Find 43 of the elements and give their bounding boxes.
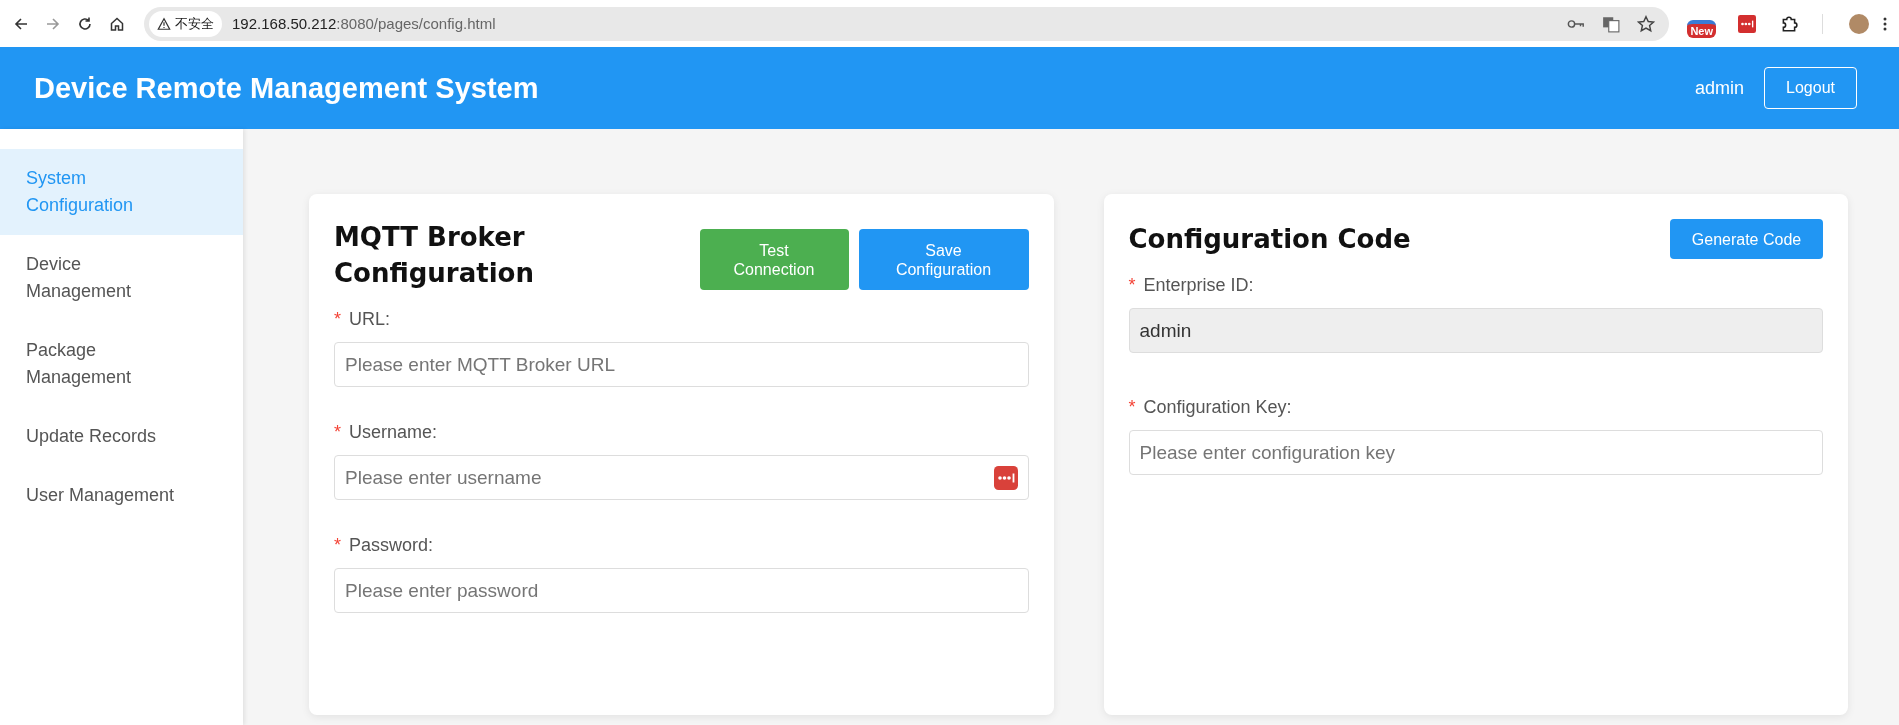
- warning-icon: [157, 16, 171, 31]
- required-mark: *: [1128, 275, 1136, 295]
- reload-icon[interactable]: [77, 15, 93, 32]
- field-label: Username:: [349, 422, 438, 442]
- password-manager-icon[interactable]: [993, 465, 1018, 490]
- test-connection-button[interactable]: Test Connection: [699, 229, 849, 290]
- field-label: URL:: [349, 309, 391, 329]
- forward-icon[interactable]: [45, 15, 61, 32]
- url-text: 192.168.50.212:8080/pages/config.html: [232, 15, 496, 32]
- home-icon[interactable]: [109, 15, 125, 32]
- sidebar-item[interactable]: Package Management: [0, 321, 243, 407]
- field-label: Password:: [349, 535, 434, 555]
- sidebar-item[interactable]: User Management: [0, 466, 243, 525]
- address-bar[interactable]: 不安全 192.168.50.212:8080/pages/config.html: [144, 6, 1670, 41]
- card-title: Configuration Code: [1128, 223, 1411, 256]
- required-mark: *: [334, 309, 341, 329]
- field-label: Configuration Key:: [1143, 397, 1292, 417]
- required-mark: *: [334, 535, 341, 555]
- field-label: Enterprise ID:: [1143, 275, 1254, 295]
- sidebar-item[interactable]: Update Records: [0, 407, 243, 466]
- translate-icon[interactable]: [1602, 14, 1621, 33]
- card-title: MQTT Broker Configuration: [334, 221, 535, 290]
- required-mark: *: [334, 422, 341, 442]
- sidebar-item[interactable]: Device Management: [0, 235, 243, 321]
- input-field[interactable]: Please enter MQTT Broker URL: [334, 342, 1029, 387]
- menu-icon[interactable]: [1883, 15, 1887, 32]
- input-field[interactable]: Please enter username: [334, 455, 1029, 500]
- sidebar-item[interactable]: System Configuration: [0, 149, 243, 235]
- security-chip[interactable]: 不安全: [149, 10, 222, 37]
- save-button[interactable]: Save Configuration: [858, 229, 1029, 290]
- star-icon[interactable]: [1637, 14, 1656, 33]
- back-icon[interactable]: [13, 15, 29, 32]
- generate-code-button[interactable]: Generate Code: [1670, 219, 1823, 259]
- password-manager-icon[interactable]: [1738, 14, 1756, 33]
- input-field[interactable]: Please enter password: [334, 568, 1029, 613]
- extension-badge[interactable]: New: [1687, 19, 1716, 38]
- required-mark: *: [1128, 397, 1136, 417]
- app-title: Device Remote Management System: [34, 71, 539, 105]
- avatar[interactable]: [1849, 13, 1869, 34]
- user-name: admin: [1695, 77, 1745, 99]
- logout-button[interactable]: Logout: [1764, 67, 1857, 109]
- input-field[interactable]: Please enter configuration key: [1128, 430, 1823, 475]
- puzzle-icon[interactable]: [1780, 14, 1798, 33]
